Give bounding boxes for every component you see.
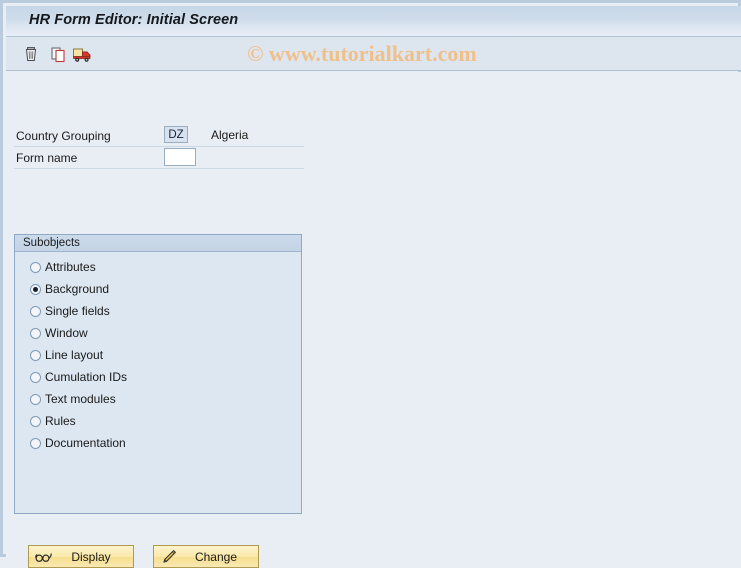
transport-icon[interactable] [71, 44, 91, 64]
radio-line-layout[interactable]: Line layout [21, 344, 295, 366]
radio-documentation[interactable]: Documentation [21, 432, 295, 454]
form-name-label: Form name [16, 151, 77, 165]
field-divider-2 [14, 168, 304, 169]
radio-label: Line layout [45, 348, 103, 362]
radio-icon [30, 394, 41, 405]
radio-label: Window [45, 326, 88, 340]
radio-window[interactable]: Window [21, 322, 295, 344]
radio-cumulation-ids[interactable]: Cumulation IDs [21, 366, 295, 388]
copy-icon[interactable] [48, 44, 68, 64]
radio-text-modules[interactable]: Text modules [21, 388, 295, 410]
radio-icon [30, 416, 41, 427]
radio-label: Rules [45, 414, 76, 428]
country-grouping-label: Country Grouping [16, 129, 111, 143]
radio-icon [30, 328, 41, 339]
radio-icon [30, 372, 41, 383]
site-watermark: © www.tutorialkart.com [247, 41, 477, 67]
form-name-input[interactable] [164, 148, 196, 166]
radio-single-fields[interactable]: Single fields [21, 300, 295, 322]
page-title: HR Form Editor: Initial Screen [29, 12, 238, 28]
radio-label: Attributes [45, 260, 96, 274]
delete-icon[interactable] [21, 44, 41, 64]
radio-label: Text modules [45, 392, 116, 406]
country-grouping-description: Algeria [211, 128, 248, 142]
radio-label: Background [45, 282, 109, 296]
title-bar: HR Form Editor: Initial Screen [6, 6, 741, 37]
radio-icon [30, 262, 41, 273]
subobjects-panel-title: Subobjects [23, 237, 80, 249]
radio-attributes[interactable]: Attributes [21, 256, 295, 278]
radio-icon [30, 438, 41, 449]
radio-rules[interactable]: Rules [21, 410, 295, 432]
radio-label: Documentation [45, 436, 126, 450]
subobjects-panel: Subobjects Attributes Background Single … [14, 234, 302, 514]
subobjects-radio-group: Attributes Background Single fields Wind… [21, 256, 295, 454]
radio-label: Cumulation IDs [45, 370, 127, 384]
radio-icon [30, 284, 41, 295]
main-content: Country Grouping Algeria Form name Creat… [6, 72, 741, 557]
radio-icon [30, 350, 41, 361]
field-divider-1 [14, 146, 304, 147]
country-grouping-input[interactable] [164, 126, 188, 143]
radio-background[interactable]: Background [21, 278, 295, 300]
radio-label: Single fields [45, 304, 110, 318]
subobjects-panel-header: Subobjects [15, 235, 301, 252]
app-window: HR Form Editor: Initial Screen [0, 0, 741, 557]
radio-icon [30, 306, 41, 317]
